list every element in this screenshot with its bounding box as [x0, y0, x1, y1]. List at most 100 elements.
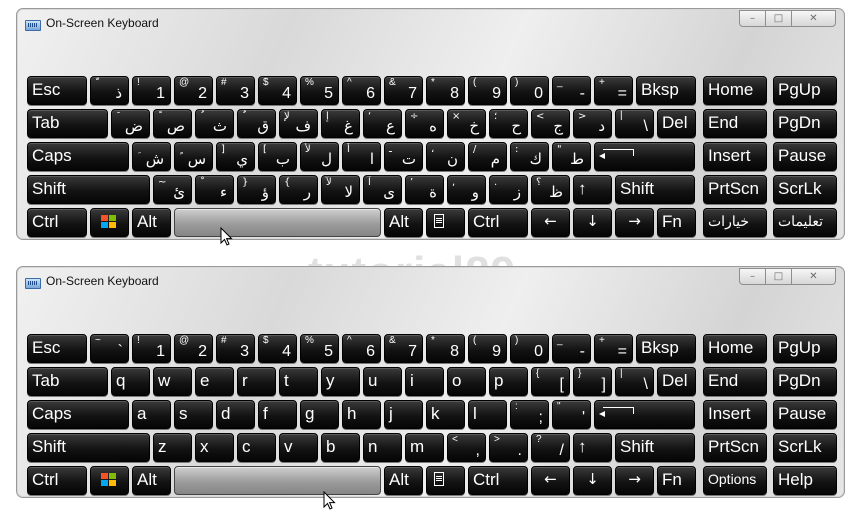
arabic-symbol-key[interactable]: أا	[342, 142, 381, 171]
minus-key[interactable]: _ -	[552, 334, 591, 363]
l-key[interactable]: l	[468, 400, 507, 429]
windows-key[interactable]	[90, 466, 129, 495]
x-key[interactable]: x	[195, 433, 234, 462]
close-bracket-key[interactable]: }]	[573, 367, 612, 396]
esc-key[interactable]: Esc	[27, 334, 87, 363]
o-key[interactable]: o	[447, 367, 486, 396]
z-key[interactable]: z	[153, 433, 192, 462]
pgup-key[interactable]: PgUp	[773, 76, 837, 105]
fn-key[interactable]: Fn	[657, 208, 696, 237]
backslash-key[interactable]: | \	[615, 367, 654, 396]
caps-key[interactable]: Caps	[27, 142, 129, 171]
f-key[interactable]: f	[258, 400, 297, 429]
w-key[interactable]: w	[153, 367, 192, 396]
quote-key[interactable]: " '	[552, 400, 591, 429]
ctrl-key[interactable]: Ctrl	[468, 208, 528, 237]
q-key[interactable]: q	[111, 367, 150, 396]
arabic-symbol-key[interactable]: ~ ئ	[153, 175, 192, 204]
right-arrow-key[interactable]: →	[615, 466, 654, 495]
h-key[interactable]: h	[342, 400, 381, 429]
arabic-symbol-key[interactable]: :ك	[510, 142, 549, 171]
insert-key[interactable]: Insert	[703, 142, 767, 171]
arabic-symbol-key[interactable]: َض	[111, 109, 150, 138]
g-key[interactable]: g	[300, 400, 339, 429]
pgdn-key[interactable]: PgDn	[773, 367, 837, 396]
shift-key[interactable]: Shift	[27, 433, 150, 462]
arabic-symbol-key[interactable]: [ب	[258, 142, 297, 171]
menu-key[interactable]	[426, 466, 465, 495]
space-key[interactable]	[174, 466, 381, 495]
arabic-symbol-key[interactable]: إغ	[321, 109, 360, 138]
shift-key[interactable]: Shift	[615, 175, 695, 204]
options-key[interactable]: Options	[703, 466, 767, 495]
shift-key[interactable]: Shift	[615, 433, 695, 462]
minimize-button[interactable]: –	[739, 268, 766, 285]
2-key[interactable]: @2	[174, 334, 213, 363]
esc-key[interactable]: Esc	[27, 76, 87, 105]
1-key[interactable]: ! 1	[132, 76, 171, 105]
e-key[interactable]: e	[195, 367, 234, 396]
arabic-symbol-key[interactable]: ] ي	[216, 142, 255, 171]
arabic-symbol-key[interactable]: لأ ل	[300, 142, 339, 171]
1-key[interactable]: ! 1	[132, 334, 171, 363]
u-key[interactable]: u	[363, 367, 402, 396]
6-key[interactable]: ^ 6	[342, 334, 381, 363]
left-arrow-key[interactable]: ←	[531, 208, 570, 237]
right-arrow-key[interactable]: →	[615, 208, 654, 237]
semicolon-key[interactable]: :;	[510, 400, 549, 429]
0-key[interactable]: ) 0	[510, 76, 549, 105]
backslash-key[interactable]: | \	[615, 109, 654, 138]
arabic-symbol-key[interactable]: > د	[573, 109, 612, 138]
maximize-button[interactable]: □	[766, 10, 792, 27]
pause-key[interactable]: Pause	[773, 400, 837, 429]
home-key[interactable]: Home	[703, 76, 767, 105]
alt-key[interactable]: Alt	[384, 466, 423, 495]
minus-key[interactable]: _ -	[552, 76, 591, 105]
arabic-symbol-key[interactable]: ُث	[195, 109, 234, 138]
scrlk-key[interactable]: ScrLk	[773, 175, 837, 204]
period-key[interactable]: >.	[489, 433, 528, 462]
v-key[interactable]: v	[279, 433, 318, 462]
prtscn-key[interactable]: PrtScn	[703, 433, 767, 462]
arabic-symbol-key[interactable]: ÷ ه	[405, 109, 444, 138]
9-key[interactable]: (9	[468, 334, 507, 363]
ctrl-key[interactable]: Ctrl	[27, 208, 87, 237]
i-key[interactable]: i	[405, 367, 444, 396]
6-key[interactable]: ^ 6	[342, 76, 381, 105]
r-key[interactable]: r	[237, 367, 276, 396]
t-key[interactable]: t	[279, 367, 318, 396]
fn-key[interactable]: Fn	[657, 466, 696, 495]
j-key[interactable]: j	[384, 400, 423, 429]
pgup-key[interactable]: PgUp	[773, 334, 837, 363]
equals-key[interactable]: + =	[594, 76, 633, 105]
localized-option-key[interactable]: تعليمات	[773, 208, 837, 237]
windows-key[interactable]	[90, 208, 129, 237]
bksp-key[interactable]: Bksp	[636, 76, 696, 105]
arabic-symbol-key[interactable]: " ط	[552, 142, 591, 171]
up-arrow-key[interactable]: ↑	[573, 433, 612, 462]
arabic-symbol-key[interactable]: ٍس	[174, 142, 213, 171]
arabic-symbol-key[interactable]: × خ	[447, 109, 486, 138]
help-key[interactable]: Help	[773, 466, 837, 495]
arabic-symbol-key[interactable]: ْء	[195, 175, 234, 204]
arabic-symbol-key[interactable]: ؟ ظ	[531, 175, 570, 204]
pause-key[interactable]: Pause	[773, 142, 837, 171]
tab-key[interactable]: Tab	[27, 109, 108, 138]
close-button[interactable]: ✕	[792, 268, 836, 285]
prtscn-key[interactable]: PrtScn	[703, 175, 767, 204]
arabic-symbol-key[interactable]: ’ ة	[405, 175, 444, 204]
equals-key[interactable]: + =	[594, 334, 633, 363]
arabic-symbol-key[interactable]: } ؤ	[237, 175, 276, 204]
localized-option-key[interactable]: خيارات	[703, 208, 767, 237]
arabic-symbol-key[interactable]: ًص	[153, 109, 192, 138]
scrlk-key[interactable]: ScrLk	[773, 433, 837, 462]
arabic-symbol-key[interactable]: ِش	[132, 142, 171, 171]
title-bar[interactable]: On-Screen Keyboard – □ ✕	[17, 267, 844, 295]
alt-key[interactable]: Alt	[132, 208, 171, 237]
tab-key[interactable]: Tab	[27, 367, 108, 396]
arabic-symbol-key[interactable]: ؛ ح	[489, 109, 528, 138]
down-arrow-key[interactable]: ↓	[573, 208, 612, 237]
7-key[interactable]: & 7	[384, 334, 423, 363]
5-key[interactable]: % 5	[300, 334, 339, 363]
backtick-key[interactable]: ~ `	[90, 334, 129, 363]
